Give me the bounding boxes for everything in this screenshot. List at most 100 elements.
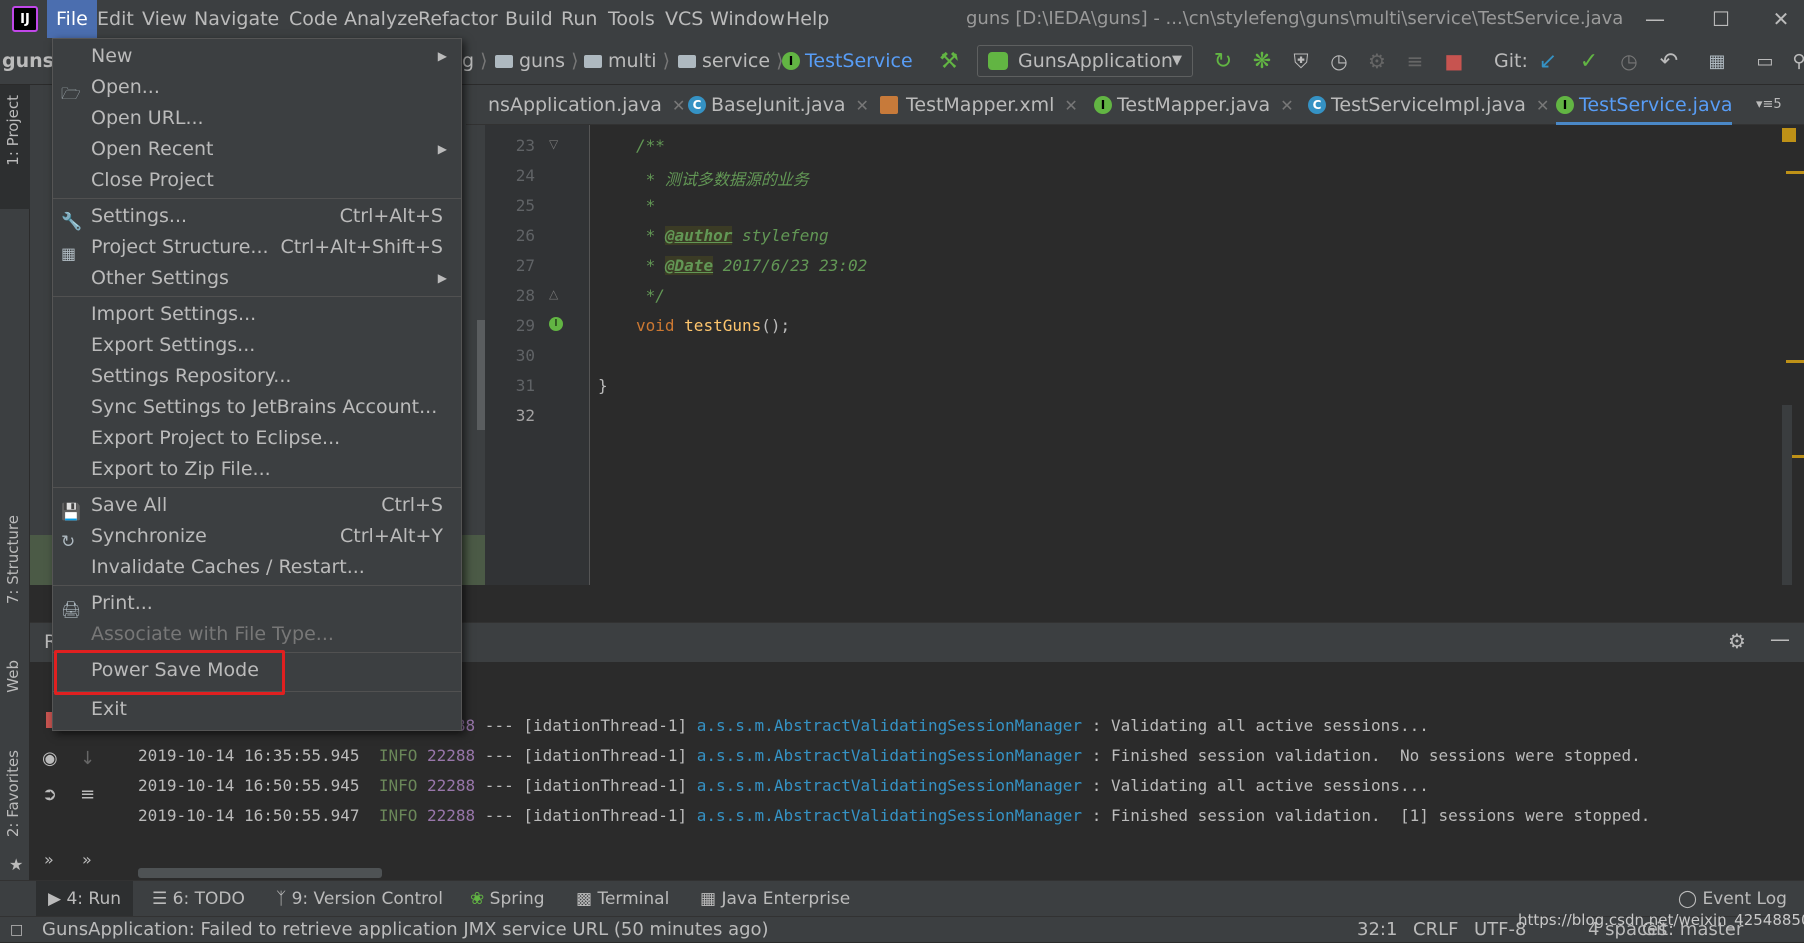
menu-item-print[interactable]: 🖨 Print... xyxy=(53,588,461,619)
menu-item-open-url[interactable]: Open URL... xyxy=(53,103,461,134)
coverage-icon[interactable]: ⛨ xyxy=(1284,44,1318,78)
menu-item-label: Import Settings... xyxy=(91,303,257,325)
history-icon[interactable]: ◷ xyxy=(1612,44,1646,78)
fold-icon[interactable]: ▽ xyxy=(549,137,558,151)
gear-icon[interactable]: ⚙ xyxy=(1728,629,1746,653)
log-class[interactable]: a.s.s.m.AbstractValidatingSessionManager xyxy=(697,806,1082,825)
menu-item-import-settings[interactable]: Import Settings... xyxy=(53,299,461,330)
project-scrollbar[interactable] xyxy=(477,320,485,430)
menu-item-invalidate-caches[interactable]: Invalidate Caches / Restart... xyxy=(53,552,461,583)
menu-item-settings[interactable]: 🔧 Settings... Ctrl+Alt+S xyxy=(53,201,461,232)
tab-gunsapplication[interactable]: nsApplication.java ✕ xyxy=(488,85,685,125)
menu-item-settings-repository[interactable]: Settings Repository... xyxy=(53,361,461,392)
scroll-down-icon[interactable]: ↓ xyxy=(80,748,95,769)
camera-icon[interactable]: ◉ xyxy=(42,748,58,769)
close-tab-icon[interactable]: ✕ xyxy=(672,96,685,115)
git-update-icon[interactable]: ↙ xyxy=(1531,44,1565,78)
editor-error-stripe[interactable] xyxy=(1782,125,1804,585)
stripe-mark[interactable] xyxy=(1786,360,1804,363)
menu-item-sync-settings[interactable]: Sync Settings to JetBrains Account... xyxy=(53,392,461,423)
tab-testservice[interactable]: I TestService.java xyxy=(1556,85,1733,125)
breadcrumb-multi[interactable]: multi ⟩ xyxy=(584,38,670,85)
close-tab-icon[interactable]: ✕ xyxy=(1280,96,1293,115)
menu-navigate[interactable]: Navigate xyxy=(185,0,288,38)
debug-icon[interactable]: ❋ xyxy=(1245,44,1279,78)
status-message[interactable]: GunsApplication: Failed to retrieve appl… xyxy=(42,917,769,943)
log-class[interactable]: a.s.s.m.AbstractValidatingSessionManager xyxy=(697,776,1082,795)
line-separator[interactable]: CRLF xyxy=(1413,917,1458,943)
profile-icon[interactable]: ◷ xyxy=(1322,44,1356,78)
tool-tab-run[interactable]: ▶ 4: Run xyxy=(36,881,134,917)
inspection-status-icon[interactable] xyxy=(1782,128,1796,142)
run-configuration-select[interactable]: GunsApplication ▼ xyxy=(977,45,1193,77)
menu-help[interactable]: Help xyxy=(777,0,838,38)
breadcrumb-testservice[interactable]: I TestService xyxy=(782,38,913,85)
search-icon[interactable]: ⚲ xyxy=(1782,44,1804,78)
rollback-icon[interactable]: ↶ xyxy=(1652,44,1686,78)
implemented-method-icon[interactable]: I xyxy=(549,317,563,331)
tool-tab-terminal[interactable]: ▩ Terminal xyxy=(576,881,669,917)
hide-panel-icon[interactable]: — xyxy=(1770,627,1790,651)
menu-item-save-all[interactable]: 💾 Save All Ctrl+S xyxy=(53,490,461,521)
tool-windows-toggle-icon[interactable]: □ xyxy=(10,917,23,943)
more-icon[interactable]: » xyxy=(44,850,54,869)
menu-item-other-settings[interactable]: Other Settings ▶ xyxy=(53,263,461,294)
tab-label: TestMapper.java xyxy=(1117,94,1271,116)
stop-icon[interactable]: ■ xyxy=(1437,44,1471,78)
tool-tab-todo[interactable]: ☰ 6: TODO xyxy=(152,881,245,917)
log-class[interactable]: a.s.s.m.AbstractValidatingSessionManager xyxy=(697,746,1082,765)
menu-item-new[interactable]: New ▶ xyxy=(53,41,461,72)
breadcrumb-guns[interactable]: guns ⟩ xyxy=(495,38,579,85)
project-structure-toolbar-icon[interactable]: ▦ xyxy=(1700,44,1734,78)
rerun-icon[interactable]: ↻ xyxy=(1206,44,1240,78)
step-icon[interactable]: ≡ xyxy=(1398,44,1432,78)
close-tab-icon[interactable]: ✕ xyxy=(1064,96,1077,115)
fold-icon[interactable]: △ xyxy=(549,287,558,301)
tab-basejunit[interactable]: C BaseJunit.java ✕ xyxy=(688,85,869,125)
presentation-icon[interactable]: ▭ xyxy=(1748,44,1782,78)
project-name[interactable]: guns xyxy=(2,38,54,85)
menu-item-open-recent[interactable]: Open Recent ▶ xyxy=(53,134,461,165)
tabs-overflow-button[interactable]: ▾≡5 xyxy=(1756,85,1782,125)
breadcrumb-service[interactable]: service ⟩ xyxy=(678,38,784,85)
close-tab-icon[interactable]: ✕ xyxy=(856,96,869,115)
menu-item-close-project[interactable]: Close Project xyxy=(53,165,461,196)
soft-wrap-icon[interactable]: ≡ xyxy=(80,784,95,805)
stripe-mark[interactable] xyxy=(1786,171,1804,174)
git-commit-icon[interactable]: ✓ xyxy=(1572,44,1606,78)
tool-tab-version-control[interactable]: ᛉ 9: Version Control xyxy=(276,881,443,917)
code-editor[interactable]: /** * 测试多数据源的业务 * * @author stylefeng * … xyxy=(590,125,1784,585)
close-window-button[interactable]: ✕ xyxy=(1756,0,1804,38)
menu-item-export-eclipse[interactable]: Export Project to Eclipse... xyxy=(53,423,461,454)
menu-item-export-settings[interactable]: Export Settings... xyxy=(53,330,461,361)
minimize-button[interactable]: — xyxy=(1630,0,1680,38)
menu-tools[interactable]: Tools xyxy=(599,0,664,38)
menu-item-open[interactable]: 🗁 Open... xyxy=(53,72,461,103)
tool-tab-spring[interactable]: ❀ Spring xyxy=(470,881,545,917)
tab-testserviceimpl[interactable]: C TestServiceImpl.java ✕ xyxy=(1308,85,1549,125)
menu-item-project-structure[interactable]: ▦ Project Structure... Ctrl+Alt+Shift+S xyxy=(53,232,461,263)
tab-testmapper-java[interactable]: I TestMapper.java ✕ xyxy=(1094,85,1294,125)
log-class[interactable]: a.s.s.m.AbstractValidatingSessionManager xyxy=(697,716,1082,735)
menu-item-synchronize[interactable]: ↻ Synchronize Ctrl+Alt+Y xyxy=(53,521,461,552)
menu-item-exit[interactable]: Exit xyxy=(53,694,461,725)
console-horizontal-scroll-thumb[interactable] xyxy=(138,868,382,878)
close-tab-icon[interactable]: ✕ xyxy=(1536,96,1549,115)
more-icon[interactable]: » xyxy=(82,850,92,869)
save-icon: 💾 xyxy=(61,502,81,521)
menu-item-export-zip[interactable]: Export to Zip File... xyxy=(53,454,461,485)
menu-refactor[interactable]: Refactor xyxy=(409,0,507,38)
maximize-button[interactable]: ☐ xyxy=(1696,0,1746,38)
tool-window-web[interactable]: Web xyxy=(4,660,22,693)
tool-window-project[interactable]: 1: Project xyxy=(4,95,22,166)
editor-scroll-thumb[interactable] xyxy=(1782,405,1792,585)
tool-window-favorites[interactable]: 2: Favorites xyxy=(4,750,22,837)
exit-icon[interactable]: ➲ xyxy=(42,784,57,805)
breadcrumb-g[interactable]: g ⟩ xyxy=(462,38,488,85)
build-hammer-icon[interactable]: ⚒ xyxy=(932,44,966,78)
attach-icon[interactable]: ⚙ xyxy=(1360,44,1394,78)
tool-window-structure[interactable]: 7: Structure xyxy=(4,515,22,604)
caret-position[interactable]: 32:1 xyxy=(1357,917,1397,943)
tab-testmapper-xml[interactable]: TestMapper.xml ✕ xyxy=(880,85,1078,125)
tool-tab-java-enterprise[interactable]: ▦ Java Enterprise xyxy=(700,881,850,917)
